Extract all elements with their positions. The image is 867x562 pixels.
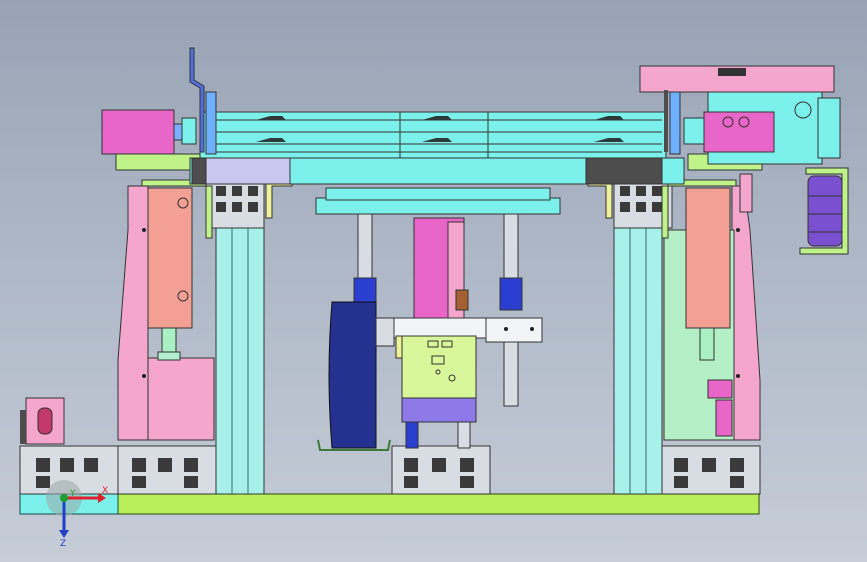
right-side-block[interactable] xyxy=(663,185,761,441)
blue-roller[interactable] xyxy=(317,301,395,451)
top-beam-stack[interactable] xyxy=(189,111,685,185)
right-column[interactable] xyxy=(587,179,673,495)
triad-y-label: Y xyxy=(69,489,76,499)
guide-rod-left[interactable] xyxy=(353,213,377,311)
cad-viewport[interactable]: X Y Z xyxy=(0,0,867,562)
triad-z-label: Z xyxy=(60,539,66,549)
aluminium-profile-center[interactable] xyxy=(391,445,491,495)
base-plate[interactable] xyxy=(19,493,760,515)
triad-x-label: X xyxy=(102,486,108,496)
left-column[interactable] xyxy=(205,179,293,495)
center-clamp-bar[interactable] xyxy=(315,187,561,215)
center-lifting-cylinder[interactable] xyxy=(391,217,487,449)
left-pneumatic-cylinder[interactable] xyxy=(101,47,217,155)
aluminium-profile-right[interactable] xyxy=(661,445,761,495)
triad-y-axis xyxy=(60,494,68,502)
left-side-block[interactable] xyxy=(117,185,215,441)
purple-motor[interactable] xyxy=(739,173,843,247)
aluminium-profile-left[interactable] xyxy=(19,445,217,495)
guide-rod-right[interactable] xyxy=(485,213,543,407)
cad-model-drawing[interactable]: X Y Z xyxy=(0,0,867,562)
left-edge-fixture[interactable] xyxy=(20,397,65,445)
